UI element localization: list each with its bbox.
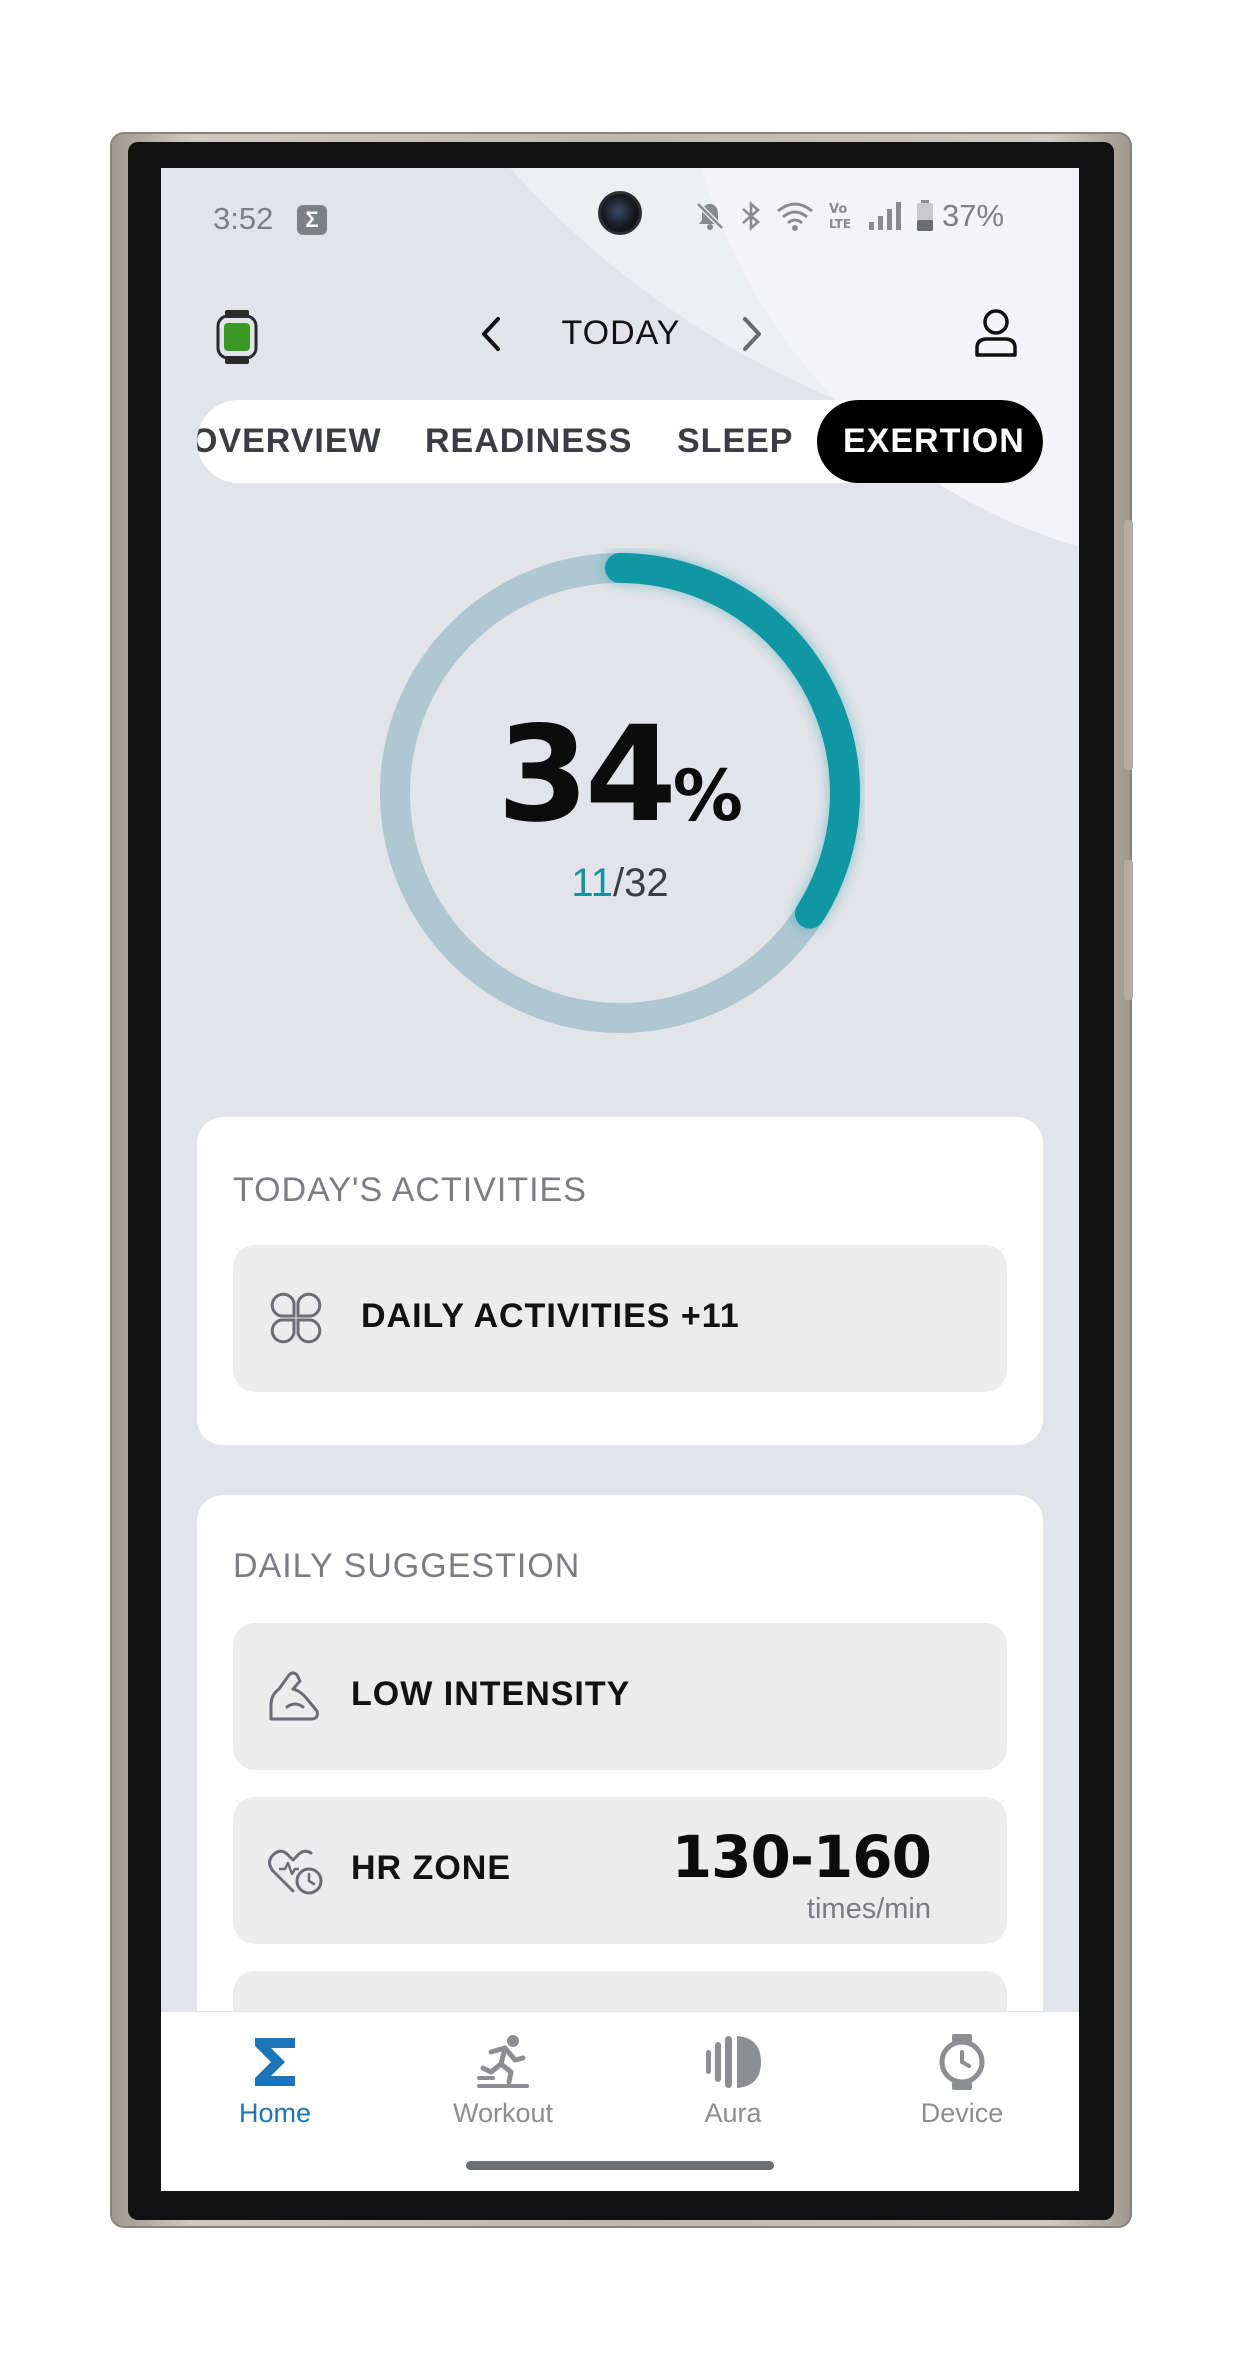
chevron-left-icon[interactable] — [476, 314, 506, 359]
sigma-icon — [255, 2038, 295, 2086]
svg-text:LTE: LTE — [829, 217, 851, 231]
wifi-icon — [777, 202, 813, 231]
workout-icon — [477, 2035, 529, 2088]
section-tabs: OVERVIEW READINESS SLEEP EXERTION — [197, 400, 1043, 483]
profile-icon[interactable] — [973, 308, 1019, 363]
mute-icon — [696, 202, 724, 230]
tab-readiness[interactable]: READINESS — [425, 400, 632, 483]
hr-zone-value: 130-160 — [671, 1823, 932, 1891]
daily-activities-row[interactable]: DAILY ACTIVITIES +11 — [233, 1245, 1007, 1392]
volume-button — [1124, 520, 1133, 770]
volte-icon: Vo LTE — [829, 202, 851, 231]
svg-text:Vo: Vo — [829, 202, 847, 217]
nav-label: Home — [238, 2098, 312, 2128]
tab-sleep[interactable]: SLEEP — [677, 400, 793, 483]
app-screen: 3:52 Σ Vo LTE 37% TODAY OVERVIEW READINE… — [161, 168, 1079, 2191]
signal-icon — [869, 202, 901, 230]
card-title: TODAY'S ACTIVITIES — [233, 1171, 587, 1209]
battery-percent: 37% — [942, 198, 1005, 233]
arm-strength-icon — [267, 1671, 321, 1730]
app-notification-icon: Σ — [297, 205, 327, 235]
front-camera — [598, 191, 642, 235]
fraction-separator: / — [612, 861, 625, 905]
row-label: HR ZONE — [351, 1849, 511, 1887]
battery-icon — [917, 200, 933, 231]
tab-overview[interactable]: OVERVIEW — [197, 400, 382, 483]
nav-device[interactable]: Device — [882, 2032, 1042, 2129]
date-title: TODAY — [561, 314, 681, 352]
row-label: LOW INTENSITY — [351, 1675, 631, 1713]
exertion-fraction: 11/32 — [375, 861, 865, 906]
tab-exertion[interactable]: EXERTION — [817, 400, 1043, 483]
apps-clover-icon — [267, 1289, 325, 1352]
percent-sign: % — [672, 755, 743, 837]
bluetooth-icon — [742, 201, 760, 231]
todays-activities-card: TODAY'S ACTIVITIES DAILY ACTIVITIES +11 — [197, 1117, 1043, 1445]
total-count: 32 — [624, 861, 669, 905]
nav-label: Device — [920, 2098, 1004, 2128]
exertion-percent-value: 34 — [497, 698, 677, 852]
low-intensity-row[interactable]: LOW INTENSITY — [233, 1623, 1007, 1770]
home-indicator[interactable] — [466, 2161, 774, 2170]
aura-icon — [706, 2036, 761, 2088]
hr-zone-row[interactable]: HR ZONE 130-160 times/min — [233, 1797, 1007, 1944]
exertion-percent: 34% — [375, 698, 865, 852]
nav-home[interactable]: Home — [195, 2032, 355, 2129]
nav-label: Workout — [452, 2098, 554, 2128]
heart-rate-icon — [267, 1847, 325, 1902]
nav-label: Aura — [704, 2098, 762, 2128]
power-button — [1124, 860, 1133, 1000]
completed-count: 11 — [571, 861, 613, 905]
nav-aura[interactable]: Aura — [653, 2032, 813, 2129]
nav-workout[interactable]: Workout — [423, 2032, 583, 2129]
hr-zone-unit: times/min — [806, 1893, 931, 1925]
watch-icon[interactable] — [216, 310, 258, 369]
row-label: DAILY ACTIVITIES +11 — [361, 1297, 740, 1335]
card-title: DAILY SUGGESTION — [233, 1547, 581, 1585]
chevron-right-icon[interactable] — [737, 314, 767, 359]
status-icons: Vo LTE 37% — [694, 198, 1004, 234]
status-time: 3:52 — [213, 201, 274, 236]
device-watch-icon — [939, 2034, 985, 2090]
